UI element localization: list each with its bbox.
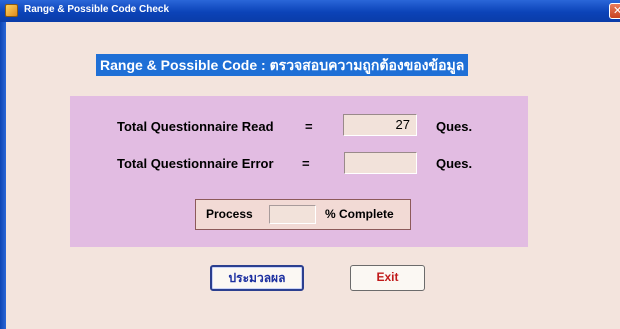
process-button[interactable]: ประมวลผล [210,265,304,291]
app-icon [5,4,18,17]
page-title: Range & Possible Code : ตรวจสอบความถูกต้… [96,54,469,76]
error-equals: = [302,156,310,171]
complete-label: % Complete [325,207,394,221]
process-status-box: Process % Complete [195,199,411,230]
title-bar: Range & Possible Code Check ✕ [0,0,620,22]
close-button[interactable]: ✕ [609,3,620,19]
error-label: Total Questionnaire Error [117,156,274,171]
window-title: Range & Possible Code Check [24,4,170,15]
window-left-border [0,22,6,329]
read-unit: Ques. [436,119,473,134]
summary-panel: Total Questionnaire Read = 27 Ques. Tota… [70,96,528,247]
error-unit: Ques. [436,156,473,171]
read-count-field[interactable]: 27 [343,114,417,136]
process-label: Process [206,207,253,221]
exit-button[interactable]: Exit [350,265,425,291]
read-label: Total Questionnaire Read [117,119,274,134]
process-percent-field[interactable] [269,205,316,224]
error-count-field[interactable] [344,152,417,174]
close-icon: ✕ [613,4,620,17]
read-equals: = [305,119,313,134]
